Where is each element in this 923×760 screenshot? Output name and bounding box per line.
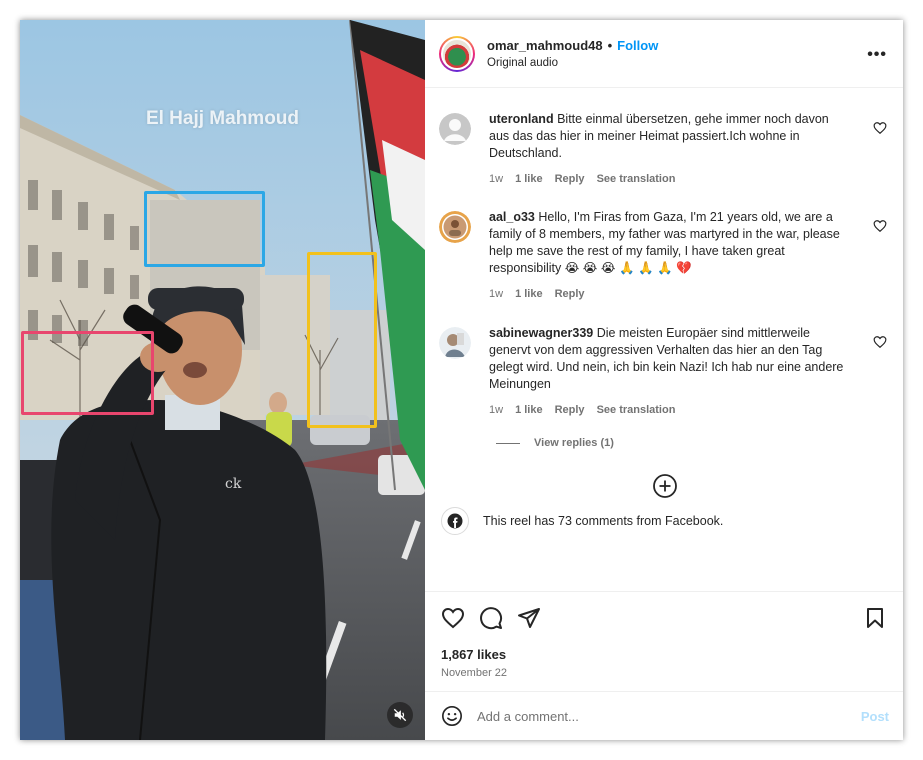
comment-bubble-icon[interactable]: [479, 606, 503, 630]
post-comment-button[interactable]: Post: [861, 709, 889, 724]
reel-video[interactable]: ck El Hajj Mahmoud: [20, 20, 425, 740]
separator-dot: •: [607, 38, 613, 53]
comment-likes[interactable]: 1 like: [515, 402, 543, 419]
like-heart-icon[interactable]: [441, 606, 465, 630]
follow-button[interactable]: Follow: [617, 38, 658, 53]
view-replies-label: View replies (1): [534, 437, 614, 449]
emoji-icon[interactable]: [441, 705, 463, 727]
svg-text:ck: ck: [225, 476, 242, 492]
like-comment-heart-icon[interactable]: [873, 219, 887, 233]
post-side-panel: omar_mahmoud48 • Follow Original audio •…: [425, 20, 903, 740]
comment-text: Hello, I'm Firas from Gaza, I'm 21 years…: [489, 210, 840, 275]
likes-count[interactable]: 1,867 likes: [441, 647, 506, 662]
facebook-icon: [441, 507, 469, 535]
mute-button[interactable]: [387, 702, 413, 728]
post-actions: 1,867 likes November 22: [425, 591, 903, 691]
post-modal: ck El Hajj Mahmoud omar_mahmoud48 • Foll…: [20, 20, 903, 740]
commenter-avatar[interactable]: [439, 327, 471, 359]
load-more-comments-plus-icon[interactable]: [652, 473, 678, 499]
video-caption-text: El Hajj Mahmoud: [145, 108, 300, 129]
more-options-icon: •••: [867, 46, 887, 63]
reply-button[interactable]: Reply: [555, 286, 585, 303]
highlight-box-pink: [21, 331, 154, 415]
post-date[interactable]: November 22: [441, 667, 507, 679]
see-translation-button[interactable]: See translation: [597, 171, 676, 188]
highlight-box-blue: [144, 191, 265, 267]
share-paper-plane-icon[interactable]: [517, 606, 541, 630]
facebook-comments-note: This reel has 73 comments from Facebook.: [441, 507, 723, 535]
audio-link[interactable]: Original audio: [487, 57, 658, 69]
default-avatar-icon[interactable]: [439, 113, 471, 145]
comment-composer: Post: [425, 691, 903, 740]
comments-list: uteronland Bitte einmal übersetzen, gehe…: [425, 89, 903, 591]
reply-button[interactable]: Reply: [555, 171, 585, 188]
comment-username[interactable]: aal_o33: [489, 210, 535, 224]
highlight-box-yellow: [307, 252, 377, 428]
post-header: omar_mahmoud48 • Follow Original audio •…: [425, 20, 903, 88]
speaker-muted-icon: [393, 708, 407, 722]
like-comment-heart-icon[interactable]: [873, 335, 887, 349]
view-replies-button[interactable]: View replies (1): [496, 437, 614, 449]
add-comment-input[interactable]: [477, 708, 837, 724]
owner-avatar[interactable]: [439, 35, 475, 72]
comment-age[interactable]: 1w: [489, 286, 503, 303]
replies-divider-line: [496, 442, 520, 444]
comment-username[interactable]: uteronland: [489, 112, 554, 126]
comment-username[interactable]: sabinewagner339: [489, 326, 593, 340]
more-options-button[interactable]: •••: [867, 46, 887, 64]
facebook-note-text: This reel has 73 comments from Facebook.: [483, 514, 724, 528]
reply-button[interactable]: Reply: [555, 402, 585, 419]
comment-likes[interactable]: 1 like: [515, 171, 543, 188]
commenter-avatar[interactable]: [439, 211, 471, 243]
owner-username[interactable]: omar_mahmoud48: [487, 38, 603, 53]
save-bookmark-icon[interactable]: [863, 606, 887, 630]
comment-age[interactable]: 1w: [489, 402, 503, 419]
see-translation-button[interactable]: See translation: [597, 402, 676, 419]
like-comment-heart-icon[interactable]: [873, 121, 887, 135]
comment-likes[interactable]: 1 like: [515, 286, 543, 303]
comment-age[interactable]: 1w: [489, 171, 503, 188]
